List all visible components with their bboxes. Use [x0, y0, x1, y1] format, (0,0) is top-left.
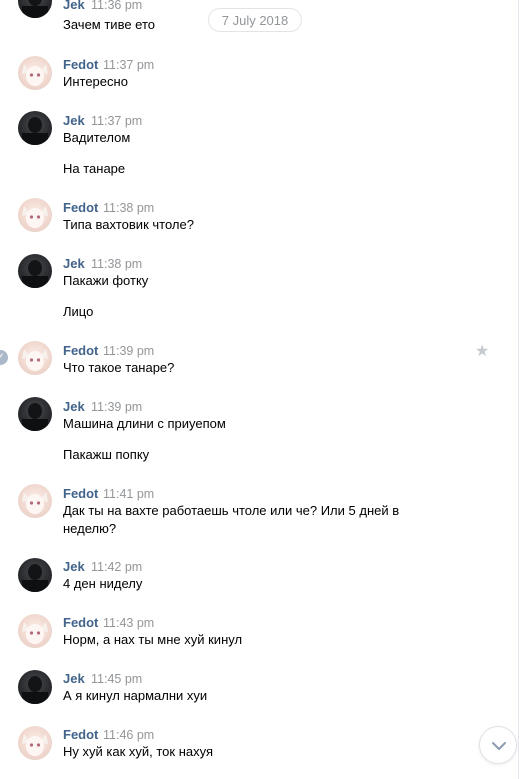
message-text: Вадителом	[63, 130, 131, 145]
author-name[interactable]: Jek	[63, 113, 85, 128]
message-time[interactable]: 11:46 pm	[103, 728, 154, 742]
message-text: 4 ден ниделу	[63, 576, 143, 591]
author-name[interactable]: Fedot	[63, 57, 98, 72]
author-name[interactable]: Fedot	[63, 486, 98, 501]
message-text: Типа вахтовик чтоле?	[63, 217, 194, 232]
message-text: Дак ты на вахте работаешь чтоле или че? …	[63, 503, 400, 536]
avatar-jek[interactable]	[18, 397, 52, 431]
message-time[interactable]: 11:38 pm	[103, 201, 154, 215]
avatar-jek[interactable]	[18, 558, 52, 592]
author-name[interactable]: Jek	[63, 399, 85, 414]
author-name[interactable]: Fedot	[63, 343, 98, 358]
message-text: Пакажш попку	[63, 447, 150, 462]
message-time[interactable]: 11:39 pm	[103, 344, 154, 358]
message-text: Ну хуй как хуй, ток нахуя	[63, 744, 214, 759]
message-time[interactable]: 11:36 pm	[91, 0, 142, 12]
message-time[interactable]: 11:42 pm	[91, 560, 142, 574]
avatar-fedot[interactable]	[18, 56, 52, 90]
author-name[interactable]: Jek	[63, 256, 85, 271]
avatar-jek[interactable]	[18, 111, 52, 145]
author-name[interactable]: Fedot	[63, 200, 98, 215]
message-text: Пакажи фотку	[63, 273, 149, 288]
avatar-fedot[interactable]	[18, 726, 52, 760]
avatar-fedot[interactable]	[18, 484, 52, 518]
message-time[interactable]: 11:37 pm	[91, 114, 142, 128]
avatar-jek[interactable]	[18, 670, 52, 704]
author-name[interactable]: Jek	[63, 0, 85, 12]
author-name[interactable]: Fedot	[63, 727, 98, 742]
message-time[interactable]: 11:43 pm	[103, 616, 154, 630]
author-name[interactable]: Fedot	[63, 615, 98, 630]
author-name[interactable]: Jek	[63, 559, 85, 574]
avatar-fedot[interactable]	[18, 198, 52, 232]
date-divider: 7 July 2018	[208, 8, 302, 32]
author-name[interactable]: Jek	[63, 671, 85, 686]
avatar-fedot[interactable]	[18, 614, 52, 648]
avatar-jek[interactable]	[18, 0, 52, 18]
message-text: На танаре	[63, 161, 126, 176]
check-icon[interactable]: ✓	[0, 350, 8, 365]
star-icon[interactable]: ★	[475, 341, 489, 361]
avatar-jek[interactable]	[18, 254, 52, 288]
message-text: Интересно	[63, 74, 128, 89]
chevron-down-icon	[492, 742, 506, 750]
message-time[interactable]: 11:41 pm	[103, 487, 154, 501]
message-text: Что такое танаре?	[63, 360, 175, 375]
message-text: Лицо	[63, 304, 94, 319]
message-time[interactable]: 11:37 pm	[103, 58, 154, 72]
message-text: А я кинул нармални хуи	[63, 688, 208, 703]
avatar-fedot[interactable]	[18, 341, 52, 375]
message-time[interactable]: 11:38 pm	[91, 257, 142, 271]
message-text: Машина длини с приуепом	[63, 416, 226, 431]
scroll-down-button[interactable]	[479, 726, 517, 764]
message-time[interactable]: 11:39 pm	[91, 400, 142, 414]
message-time[interactable]: 11:45 pm	[91, 672, 142, 686]
message-text: Норм, а нах ты мне хуй кинул	[63, 632, 243, 647]
